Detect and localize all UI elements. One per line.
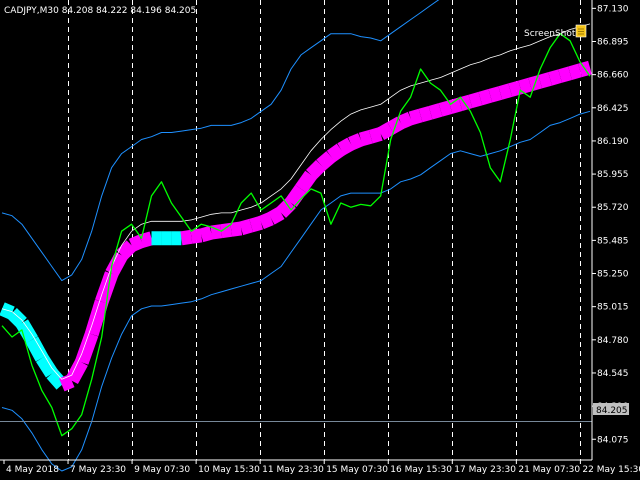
ribbon-segment [59,374,75,392]
time-tick-label: 9 May 07:30 [134,465,190,475]
ribbon-segment [538,72,553,89]
ribbon-segment [498,83,513,100]
ribbon-segment [448,97,463,114]
price-tick-label: 87.130 [597,4,629,14]
ribbon-segment [7,308,27,328]
time-tick-label: 16 May 15:30 [390,465,452,475]
time-tick-label: 17 May 23:30 [454,465,516,475]
price-tick-label: 84.780 [597,336,629,346]
time-tick-label: 15 May 07:30 [326,465,388,475]
ribbon-segment [210,224,223,240]
price-tick-label: 86.895 [597,37,629,47]
price-tick-label: 85.720 [597,203,629,213]
time-tick-label: 11 May 23:30 [262,465,324,475]
ribbon-segment [518,77,533,95]
ribbon-segment [337,137,355,156]
time-tick-label: 21 May 07:30 [518,465,580,475]
time-tick-label: 10 May 15:30 [198,465,260,475]
ribbon-segment [418,105,433,123]
ribbon-segment [326,143,345,163]
ribbon-segment [249,216,264,233]
ribbon-segment [239,218,254,236]
ribbon-segment [348,133,364,151]
price-tick-label: 86.425 [597,104,629,114]
ribbon-segment [358,129,373,147]
ribbon-segment [190,228,203,244]
screenshot-label: ScreenShot [524,29,576,39]
time-tick-label: 22 May 15:30 [582,465,640,475]
ribbon-segment [468,91,483,109]
price-tick-label: 85.955 [597,170,629,180]
price-tick-label: 84.545 [597,369,629,379]
ribbon-segment [558,66,572,83]
price-tick-label: 85.485 [597,236,629,246]
price-tick-label: 86.660 [597,71,629,81]
ribbon-segment [267,206,285,225]
ribbon-segment [180,229,193,246]
time-tick-label: 7 May 23:30 [70,465,126,475]
ribbon-segment [438,100,453,117]
ribbon-segment [478,89,493,106]
ribbon-segment [508,80,523,97]
ribbon-segment [85,299,109,337]
ribbon-segment [258,212,274,230]
ribbon-segment [295,170,317,193]
ribbon-segment [408,108,423,126]
camera-icon [575,24,587,38]
ribbon-segment [548,69,563,86]
ribbon-segment [488,86,503,103]
ribbon-segment [568,63,582,80]
ribbon-segment [139,231,154,248]
price-tick-label: 86.190 [597,137,629,147]
ribbon-segment [105,251,128,277]
ribbon-segment [128,234,145,252]
price-tick-label: 85.015 [597,303,629,313]
current-price-tag-label: 84.205 [596,406,628,416]
ribbon-segment [116,240,137,261]
ribbon-segment [75,331,99,365]
price-tick-label: 84.075 [597,435,629,445]
ribbon-segment [230,221,243,237]
ribbon-segment [368,127,383,144]
symbol-ohlc-readout: CADJPY,M30 84.208 84.222 84.196 84.205 [4,6,196,16]
price-chart[interactable]: 87.130 86.895 86.660 86.425 86.190 85.955 85.7… [0,0,640,480]
ribbon-segment [428,103,443,120]
ribbon-segment [397,111,414,130]
ribbon-segment [306,159,326,180]
price-tick-label: 85.250 [597,270,629,280]
ribbon-segment [316,151,336,171]
ribbon-segment [199,225,214,243]
time-tick-label: 4 May 2018 [6,465,59,475]
ribbon-segment [377,122,395,140]
